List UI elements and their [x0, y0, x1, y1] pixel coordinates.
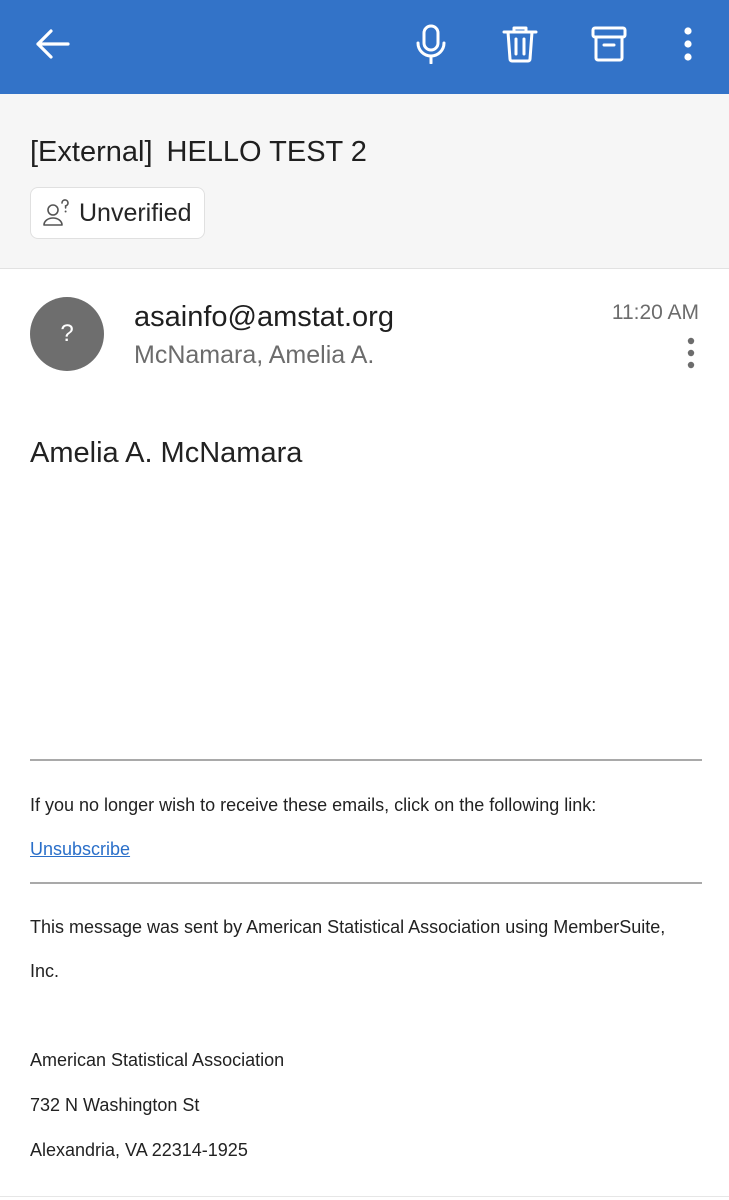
- address-street: 732 N Washington St: [30, 1095, 200, 1115]
- sent-by-text: This message was sent by American Statis…: [30, 917, 666, 937]
- subject-title: HELLO TEST 2: [166, 136, 367, 168]
- address-city: Alexandria, VA 22314-1925: [30, 1140, 248, 1160]
- delete-button[interactable]: [492, 18, 548, 70]
- divider: [30, 759, 702, 761]
- received-time: 11:20 AM: [611, 301, 699, 324]
- recipient-name[interactable]: McNamara, Amelia A.: [134, 341, 374, 370]
- subject-header: [External] HELLO TEST 2 Unverified: [0, 94, 729, 269]
- message-options-button[interactable]: [679, 335, 703, 371]
- email-subject: [External] HELLO TEST 2: [30, 136, 367, 169]
- trash-icon: [502, 26, 538, 63]
- back-arrow-icon: [36, 29, 70, 59]
- bottom-divider: [0, 1196, 729, 1197]
- avatar[interactable]: ?: [30, 297, 104, 371]
- more-vertical-icon: [687, 337, 695, 369]
- unverified-chip[interactable]: Unverified: [30, 187, 205, 239]
- unsubscribe-prompt: If you no longer wish to receive these e…: [30, 795, 597, 815]
- back-button[interactable]: [24, 18, 80, 70]
- unverified-person-icon: [43, 199, 71, 227]
- archive-icon: [591, 26, 627, 62]
- sent-by-text-continued: Inc.: [30, 961, 60, 981]
- body-greeting: Amelia A. McNamara: [30, 437, 303, 469]
- archive-button[interactable]: [581, 18, 637, 70]
- divider: [30, 882, 702, 884]
- microphone-icon: [416, 24, 446, 64]
- top-app-bar: [0, 0, 729, 94]
- org-name: American Statistical Association: [30, 1050, 285, 1070]
- sender-row: ? asainfo@amstat.org McNamara, Amelia A.…: [0, 269, 729, 389]
- more-options-button[interactable]: [660, 18, 716, 70]
- unsubscribe-link[interactable]: Unsubscribe: [30, 839, 130, 860]
- sender-email[interactable]: asainfo@amstat.org: [134, 301, 394, 334]
- more-vertical-icon: [684, 27, 692, 61]
- unverified-label: Unverified: [79, 198, 192, 227]
- dictate-button[interactable]: [403, 18, 459, 70]
- external-tag: [External]: [30, 136, 153, 168]
